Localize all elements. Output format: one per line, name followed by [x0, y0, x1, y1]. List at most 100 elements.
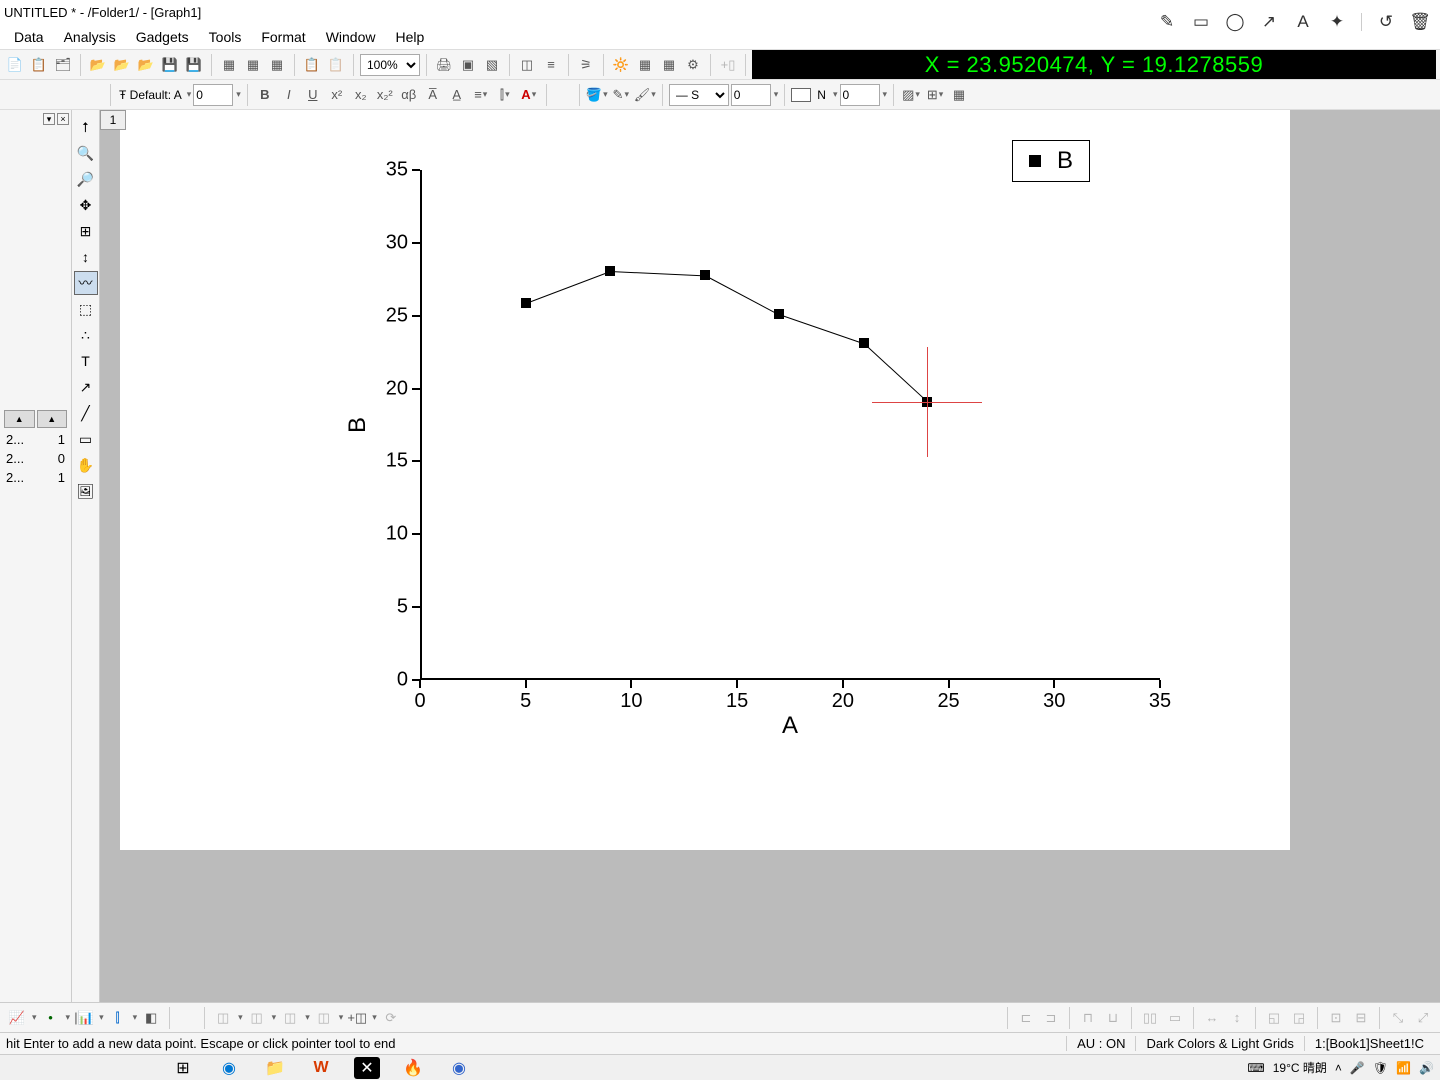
- lock-icon[interactable]: ▦: [658, 54, 680, 76]
- table-icon[interactable]: ⊞▾: [924, 84, 946, 106]
- align-r-icon[interactable]: ⊐: [1040, 1007, 1062, 1029]
- bar-plot-icon[interactable]: |📊: [73, 1007, 95, 1029]
- font-color-icon[interactable]: A▾: [518, 84, 540, 106]
- text-tool-icon[interactable]: A: [1293, 12, 1313, 32]
- align-t-icon[interactable]: ⊓: [1077, 1007, 1099, 1029]
- column-plot-icon[interactable]: ⫿: [107, 1007, 129, 1029]
- explorer-task-icon[interactable]: 📁: [262, 1057, 288, 1079]
- menu-window[interactable]: Window: [316, 26, 386, 48]
- list-item[interactable]: 2...1: [2, 468, 69, 487]
- resize1-icon[interactable]: ⤡: [1387, 1007, 1409, 1029]
- new-icon[interactable]: 📄: [4, 54, 26, 76]
- menu-data[interactable]: Data: [4, 26, 54, 48]
- align-icon[interactable]: ≡▾: [470, 84, 492, 106]
- add-col-icon[interactable]: +▯: [717, 54, 739, 76]
- fill-color-icon[interactable]: 🪣▾: [586, 84, 608, 106]
- dist-v-icon[interactable]: ▭: [1164, 1007, 1186, 1029]
- taskview-icon[interactable]: ⊞: [170, 1057, 196, 1079]
- superscript-icon[interactable]: x²: [326, 84, 348, 106]
- weather-widget[interactable]: 19°C 晴朗: [1273, 1059, 1327, 1076]
- zoom-select[interactable]: 100%: [360, 54, 420, 76]
- circle-icon[interactable]: ◯: [1225, 12, 1245, 32]
- tree-icon[interactable]: ⚞: [575, 54, 597, 76]
- ungroup-icon[interactable]: ⊟: [1350, 1007, 1372, 1029]
- resize2-icon[interactable]: ⤢: [1412, 1007, 1434, 1029]
- italic-icon[interactable]: I: [278, 84, 300, 106]
- print-icon[interactable]: 🖨: [433, 54, 455, 76]
- zoomout-tool-icon[interactable]: 🔎: [74, 167, 98, 191]
- region-tool-icon[interactable]: ⬚: [74, 297, 98, 321]
- panel-icon[interactable]: ▦: [948, 84, 970, 106]
- menu-tools[interactable]: Tools: [199, 26, 252, 48]
- hand-tool-icon[interactable]: ✋: [74, 453, 98, 477]
- save-icon[interactable]: 💾: [159, 54, 181, 76]
- app2-icon[interactable]: 🔥: [400, 1057, 426, 1079]
- keyboard-icon[interactable]: ⌨: [1247, 1061, 1264, 1075]
- origin-icon[interactable]: ◉: [446, 1057, 472, 1079]
- grid2-icon[interactable]: ▦: [242, 54, 264, 76]
- dist-h-icon[interactable]: ▯▯: [1139, 1007, 1161, 1029]
- panel-close-icon[interactable]: ×: [57, 113, 69, 125]
- align-l-icon[interactable]: ⊏: [1015, 1007, 1037, 1029]
- front-icon[interactable]: ◱: [1263, 1007, 1285, 1029]
- line-width-input[interactable]: [731, 84, 771, 106]
- wand-icon[interactable]: ✦: [1327, 12, 1347, 32]
- pen-icon[interactable]: ✎: [1157, 12, 1177, 32]
- stack-icon[interactable]: ◫: [313, 1007, 335, 1029]
- zoomin-tool-icon[interactable]: 🔍: [74, 141, 98, 165]
- refresh-icon[interactable]: ≡: [540, 54, 562, 76]
- subscript-icon[interactable]: x₂: [350, 84, 372, 106]
- app1-icon[interactable]: ✕: [354, 1057, 380, 1079]
- scatter-plot-icon[interactable]: •: [40, 1007, 62, 1029]
- mask-tool-icon[interactable]: ∴: [74, 323, 98, 347]
- results-icon[interactable]: ▦: [634, 54, 656, 76]
- explorer-icon[interactable]: 🗂: [52, 54, 74, 76]
- arrow-tool-icon[interactable]: ↗: [74, 375, 98, 399]
- insert-tool-icon[interactable]: 🖼: [74, 479, 98, 503]
- security-icon[interactable]: 🛡: [1373, 1061, 1388, 1075]
- saveas-icon[interactable]: 💾: [183, 54, 205, 76]
- rect-icon[interactable]: ▭: [1191, 12, 1211, 32]
- bg-color-icon[interactable]: 🖌▾: [634, 84, 656, 106]
- font-inc-icon[interactable]: A̅: [422, 84, 444, 106]
- plot-area[interactable]: A B 0510152025303505101520253035: [420, 170, 1160, 680]
- slide-icon[interactable]: ▧: [481, 54, 503, 76]
- drawdata-tool-icon[interactable]: 〰: [74, 271, 98, 295]
- menu-analysis[interactable]: Analysis: [54, 26, 126, 48]
- font-dec-icon[interactable]: A̲: [446, 84, 468, 106]
- panel-up-icon[interactable]: ▲: [4, 410, 35, 428]
- font-size-input[interactable]: [193, 84, 233, 106]
- duplicate-icon[interactable]: ◫: [516, 54, 538, 76]
- list-item[interactable]: 2...0: [2, 449, 69, 468]
- recalc-icon[interactable]: ⚙: [682, 54, 704, 76]
- graph-canvas[interactable]: B A B 0510152025303505101520253035: [120, 110, 1290, 850]
- line-tool-icon[interactable]: ╱: [74, 401, 98, 425]
- n-value-input[interactable]: [840, 84, 880, 106]
- columns-icon[interactable]: ⫿▾: [494, 84, 516, 106]
- 3d-plot-icon[interactable]: ◧: [140, 1007, 162, 1029]
- import-icon[interactable]: 📂: [135, 54, 157, 76]
- hatch-icon[interactable]: ▨▾: [900, 84, 922, 106]
- back-icon[interactable]: ◲: [1288, 1007, 1310, 1029]
- preview-icon[interactable]: ▣: [457, 54, 479, 76]
- underline-icon[interactable]: U: [302, 84, 324, 106]
- line-style-select[interactable]: — S: [669, 84, 729, 106]
- grid3-icon[interactable]: ▦: [266, 54, 288, 76]
- paste-icon[interactable]: 📋: [325, 54, 347, 76]
- menu-help[interactable]: Help: [385, 26, 434, 48]
- line-plot-icon[interactable]: 📈: [6, 1007, 28, 1029]
- wps-icon[interactable]: W: [308, 1057, 334, 1079]
- undo-icon[interactable]: ↺: [1376, 12, 1396, 32]
- line-color-icon[interactable]: ✎▾: [610, 84, 632, 106]
- greek-icon[interactable]: αβ: [398, 84, 420, 106]
- status-theme[interactable]: Dark Colors & Light Grids: [1135, 1036, 1303, 1051]
- align-b-icon[interactable]: ⊔: [1102, 1007, 1124, 1029]
- edge-icon[interactable]: ◉: [216, 1057, 242, 1079]
- panel-dropdown-icon[interactable]: ▾: [43, 113, 55, 125]
- list-item[interactable]: 2...1: [2, 430, 69, 449]
- datareader-tool-icon[interactable]: ⊞: [74, 219, 98, 243]
- text-label-icon[interactable]: T: [74, 349, 98, 373]
- datacursor-tool-icon[interactable]: ↕: [74, 245, 98, 269]
- tray-chevron-icon[interactable]: ˄: [1335, 1061, 1342, 1075]
- group-icon[interactable]: ⊡: [1325, 1007, 1347, 1029]
